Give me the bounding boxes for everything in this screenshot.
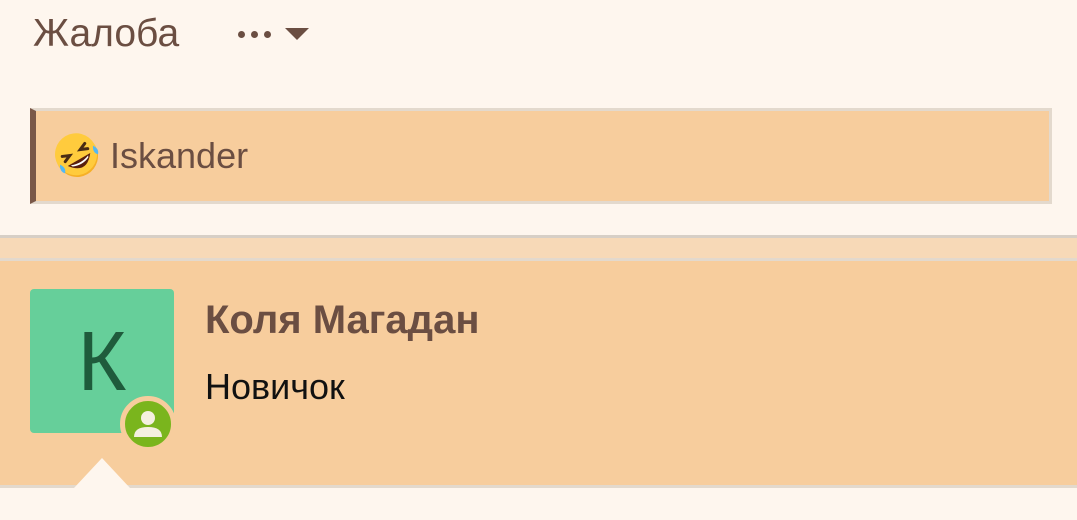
divider	[0, 485, 1077, 488]
author-name-link[interactable]: Коля Магадан	[205, 298, 479, 343]
reaction-user-link[interactable]: Iskander	[110, 135, 248, 177]
ellipsis-icon	[238, 30, 271, 38]
post-separator	[0, 235, 1077, 261]
author-title: Новичок	[205, 366, 345, 407]
more-actions-menu-button[interactable]	[238, 16, 322, 52]
report-link[interactable]: Жалоба	[33, 12, 179, 56]
caret-down-icon	[285, 28, 309, 40]
rolling-laughing-emoji-icon	[55, 133, 99, 177]
reactions-bar[interactable]: Iskander	[30, 108, 1052, 204]
message-pointer-arrow	[74, 458, 130, 488]
post-actions-bar: Жалоба	[0, 0, 1077, 70]
avatar-letter: К	[77, 314, 127, 408]
online-user-icon	[120, 396, 176, 452]
